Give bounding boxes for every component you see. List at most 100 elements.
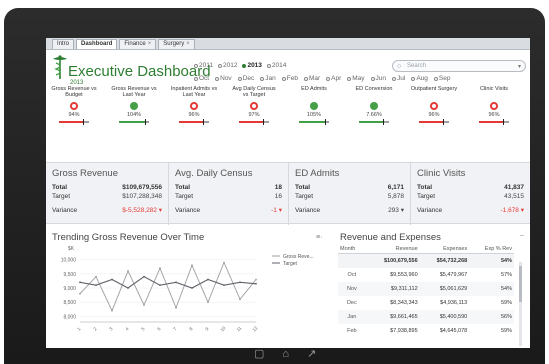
kpi-bullet-bar	[59, 119, 89, 125]
search-input[interactable]: ○ Search ▾	[392, 60, 526, 72]
year-option-label: 2011	[199, 62, 213, 69]
home-icon[interactable]: ⌂	[282, 348, 289, 360]
series-point	[127, 270, 129, 272]
kpi-bullet-bar	[419, 119, 449, 125]
table-cell: $9,311,112	[365, 281, 420, 296]
year-option-2014[interactable]: 2014	[266, 62, 286, 69]
bullet-fill	[359, 121, 383, 123]
kpi-indicators: Gross Revenue vs Budget 94% Gross Revenue …	[46, 86, 530, 156]
year-filter: 2011 2012 2013 2014	[194, 62, 286, 69]
variance-value: 293	[388, 207, 399, 214]
radio-icon	[260, 76, 265, 81]
table-scrollbar[interactable]	[519, 262, 522, 346]
column-header[interactable]: Expenses	[419, 245, 470, 254]
column-header[interactable]: Exp % Rev	[469, 245, 514, 254]
year-option-2013[interactable]: 2013	[242, 62, 262, 69]
total-value: $109,679,556	[122, 184, 162, 191]
tab-finance[interactable]: Finance ×	[119, 39, 157, 49]
x-tick-label: 12	[251, 325, 258, 332]
month-option-jun[interactable]: Jun	[370, 75, 386, 82]
kpi-bullet-bar	[479, 119, 509, 125]
column-header[interactable]: Revenue	[365, 245, 420, 254]
month-option-apr[interactable]: Apr	[326, 75, 341, 82]
table-cell: Oct	[347, 271, 357, 278]
tab-label: Intro	[57, 41, 70, 47]
close-icon[interactable]: ×	[186, 41, 190, 47]
kpi-indicator[interactable]: Inpatient Admits vs Last Year 96%	[170, 86, 218, 125]
kpi-indicator[interactable]: Gross Revenue vs Budget 94%	[50, 86, 98, 125]
variance-label: Variance	[417, 207, 443, 214]
tab-intro[interactable]: Intro	[52, 39, 75, 49]
kpi-indicator[interactable]: ED Admits 105%	[290, 86, 338, 125]
table-row[interactable]: Feb $7,938,895 $4,645,078 59%	[338, 324, 514, 338]
chevron-down-icon[interactable]: ▾	[518, 62, 521, 72]
month-option-feb[interactable]: Feb	[281, 75, 298, 82]
variance-row: Variance -1,678 ▾	[417, 206, 524, 215]
series-point	[111, 278, 113, 281]
month-option-dec[interactable]: Dec	[237, 75, 254, 82]
bullet-fill	[239, 121, 264, 123]
table-cell: 59%	[500, 299, 512, 306]
series-point	[239, 281, 241, 284]
legend-label: Gross Reve...	[283, 254, 314, 260]
month-option-label: Oct	[199, 75, 210, 82]
kpi-indicator[interactable]: ED Conversion 7.66%	[350, 86, 398, 125]
table-row[interactable]: Oct $9,553,960 $5,479,967 57%	[338, 268, 514, 282]
series-point	[255, 278, 257, 281]
year-option-label: 2012	[222, 62, 238, 69]
bullet-fill	[479, 121, 503, 123]
x-tick-label: 3	[108, 326, 114, 332]
month-option-label: Feb	[286, 75, 298, 82]
settings-icon[interactable]: ↗	[307, 348, 316, 360]
month-option-sep[interactable]: Sep	[433, 75, 451, 82]
table-row[interactable]: Nov $9,311,112 $5,061,629 54%	[338, 281, 514, 296]
column-header[interactable]: Month	[338, 245, 366, 254]
month-option-may[interactable]: May	[347, 75, 365, 82]
month-option-label: Jul	[397, 75, 406, 82]
month-option-mar[interactable]: Mar	[303, 75, 320, 82]
month-option-aug[interactable]: Aug	[411, 75, 428, 82]
x-tick-label: 5	[140, 326, 146, 332]
series-point	[111, 309, 113, 312]
kpi-bullet-bar	[239, 119, 269, 125]
kpi-indicator[interactable]: Gross Revenue vs Last Year 104%	[110, 86, 158, 125]
dashboard-screen: Intro Dashboard Finance × Surgery × Execut…	[46, 38, 530, 348]
month-option-label: May	[352, 75, 365, 82]
year-option-2012[interactable]: 2012	[217, 62, 238, 69]
x-tick-label: 1	[76, 326, 82, 332]
month-filter: Oct Nov Dec Jan Feb Mar Apr May Jun Jul Aug Sep	[194, 75, 451, 82]
table-cell: 59%	[500, 327, 512, 334]
kpi-indicator[interactable]: Outpatient Surgery 96%	[410, 86, 458, 125]
table-cell: 54%	[469, 281, 514, 296]
target-value: 43,515	[504, 193, 524, 200]
minimize-icon[interactable]: –	[520, 232, 524, 239]
tab-dashboard[interactable]: Dashboard	[76, 39, 118, 49]
chart-menu-icon[interactable]: ≡·	[316, 234, 322, 241]
kpi-indicator[interactable]: Avg Daily Census vs Target 97%	[230, 86, 278, 125]
kpi-indicator[interactable]: Clinic Visits 96%	[470, 86, 518, 125]
scrollbar-thumb[interactable]	[519, 266, 522, 302]
month-option-label: Jan	[265, 75, 276, 82]
close-icon[interactable]: ×	[148, 41, 152, 47]
table-cell: $7,938,895	[390, 327, 418, 334]
series-line-target	[79, 276, 257, 289]
radio-icon	[370, 76, 375, 81]
radio-icon	[194, 63, 198, 68]
year-option-2011[interactable]: 2011	[194, 62, 213, 69]
tab-surgery[interactable]: Surgery ×	[158, 39, 195, 49]
month-option-nov[interactable]: Nov	[215, 75, 232, 82]
target-row: Target 43,515	[417, 192, 524, 201]
table-cell: $5,479,967	[439, 271, 468, 278]
table-cell: $4,936,113	[440, 299, 468, 306]
lock-icon[interactable]: ▢	[254, 348, 264, 360]
month-option-oct[interactable]: Oct	[194, 75, 209, 82]
table-cell: 56%	[469, 309, 514, 324]
total-label: Total	[175, 184, 191, 191]
radio-icon	[237, 76, 242, 81]
alert-ring-icon	[490, 102, 498, 110]
table-row[interactable]: Dec $8,343,343 $4,936,113 59%	[338, 296, 514, 310]
variance-row: Variance 293 ▾	[295, 206, 404, 215]
month-option-jul[interactable]: Jul	[392, 75, 405, 82]
month-option-jan[interactable]: Jan	[260, 75, 276, 82]
table-row[interactable]: Jan $9,661,465 $5,400,590 56%	[338, 309, 514, 324]
